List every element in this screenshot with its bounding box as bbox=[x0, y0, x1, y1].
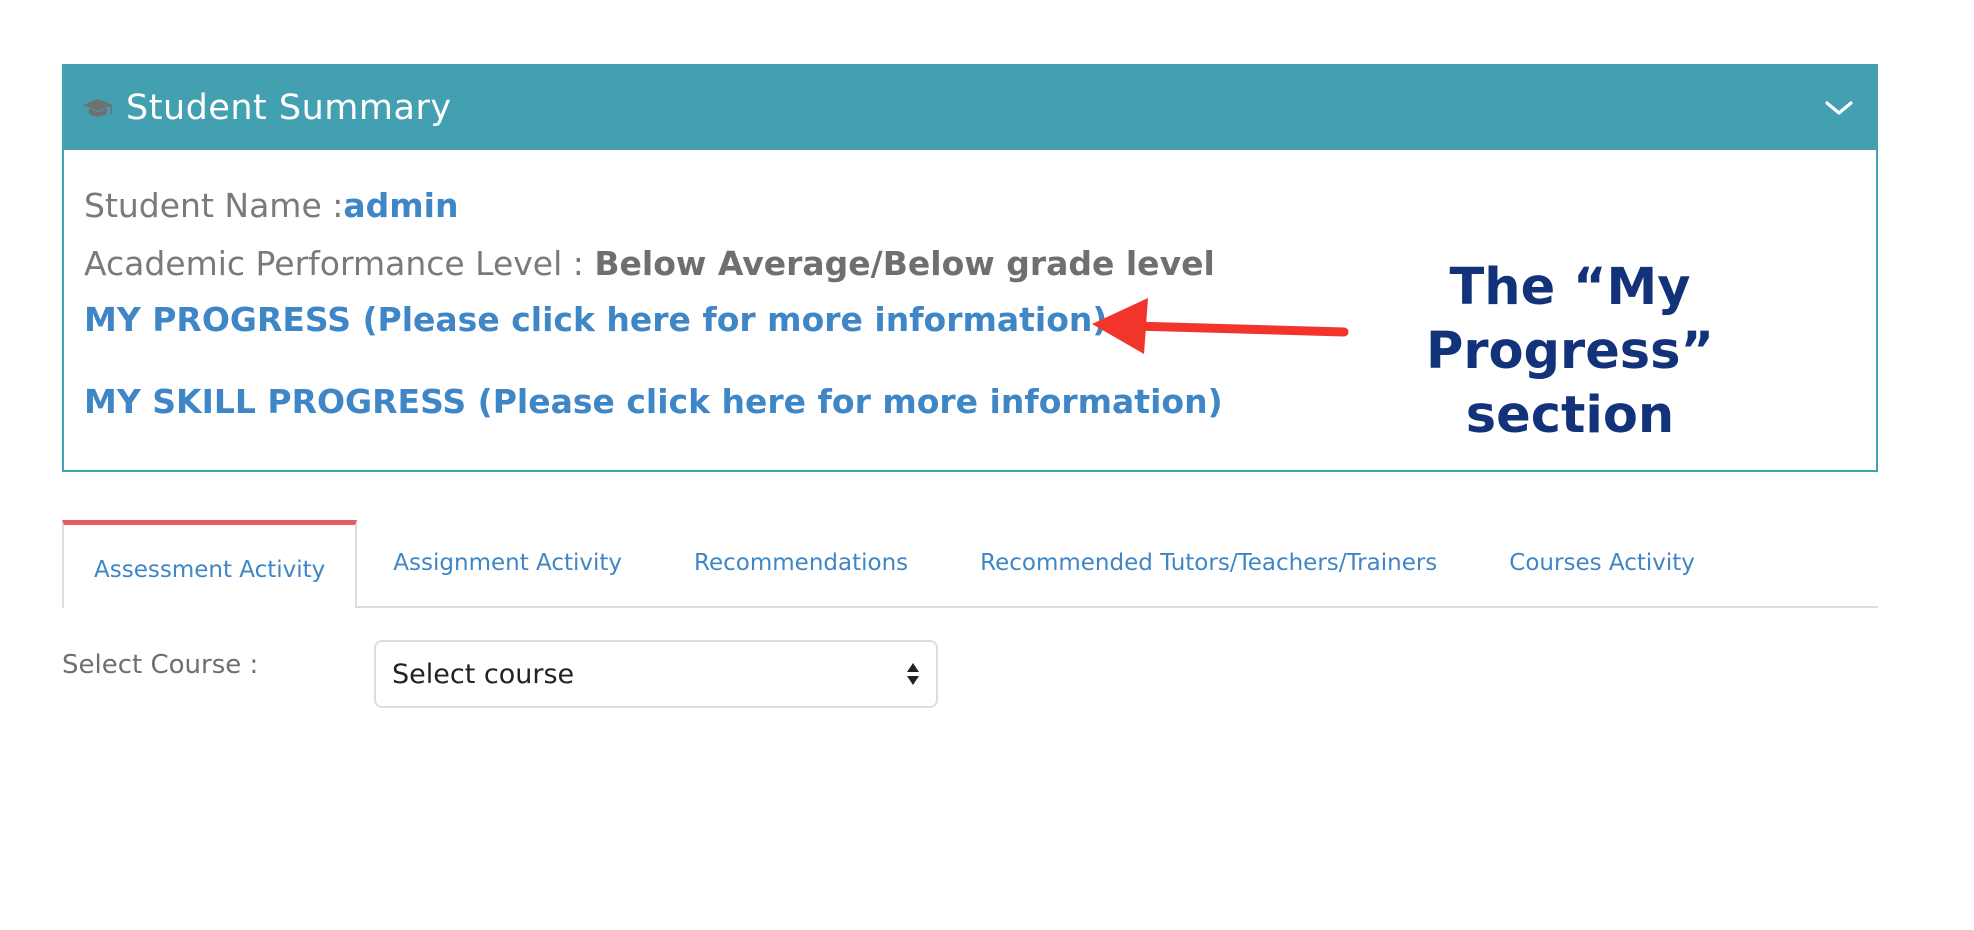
performance-level-row: Academic Performance Level : Below Avera… bbox=[84, 244, 1215, 283]
chevron-down-icon[interactable] bbox=[1822, 96, 1856, 120]
my-progress-link[interactable]: MY PROGRESS (Please click here for more … bbox=[84, 300, 1107, 339]
tab-recommended-tutors[interactable]: Recommended Tutors/Teachers/Trainers bbox=[944, 520, 1473, 606]
annotation-label: The “My Progress” section bbox=[1425, 258, 1715, 445]
tab-assessment-activity[interactable]: Assessment Activity bbox=[62, 520, 358, 608]
course-select-value: Select course bbox=[392, 658, 575, 690]
student-dashboard: Student Summary Student Name :admin Acad… bbox=[0, 0, 1974, 930]
course-select[interactable]: Select course bbox=[374, 640, 938, 708]
activity-tabs: Assessment Activity Assignment Activity … bbox=[62, 520, 1878, 608]
my-skill-progress-link[interactable]: MY SKILL PROGRESS (Please click here for… bbox=[84, 382, 1223, 421]
my-skill-progress-row: MY SKILL PROGRESS (Please click here for… bbox=[84, 382, 1223, 421]
my-progress-row: MY PROGRESS (Please click here for more … bbox=[84, 300, 1107, 339]
annotation-arrow-icon bbox=[1092, 298, 1349, 354]
student-summary-header[interactable]: Student Summary bbox=[64, 66, 1876, 150]
graduation-cap-icon bbox=[82, 95, 116, 121]
tab-assignment-activity[interactable]: Assignment Activity bbox=[357, 520, 658, 606]
tab-recommendations[interactable]: Recommendations bbox=[658, 520, 944, 606]
student-name-label: Student Name : bbox=[84, 186, 344, 225]
select-course-label: Select Course : bbox=[62, 650, 259, 680]
student-name-value: admin bbox=[343, 186, 459, 225]
select-arrows-icon bbox=[906, 661, 920, 687]
performance-level-label: Academic Performance Level : bbox=[84, 244, 595, 283]
student-summary-title: Student Summary bbox=[126, 88, 452, 128]
tab-courses-activity[interactable]: Courses Activity bbox=[1473, 520, 1731, 606]
performance-level-value: Below Average/Below grade level bbox=[594, 244, 1215, 283]
student-name-row: Student Name :admin bbox=[84, 186, 458, 225]
